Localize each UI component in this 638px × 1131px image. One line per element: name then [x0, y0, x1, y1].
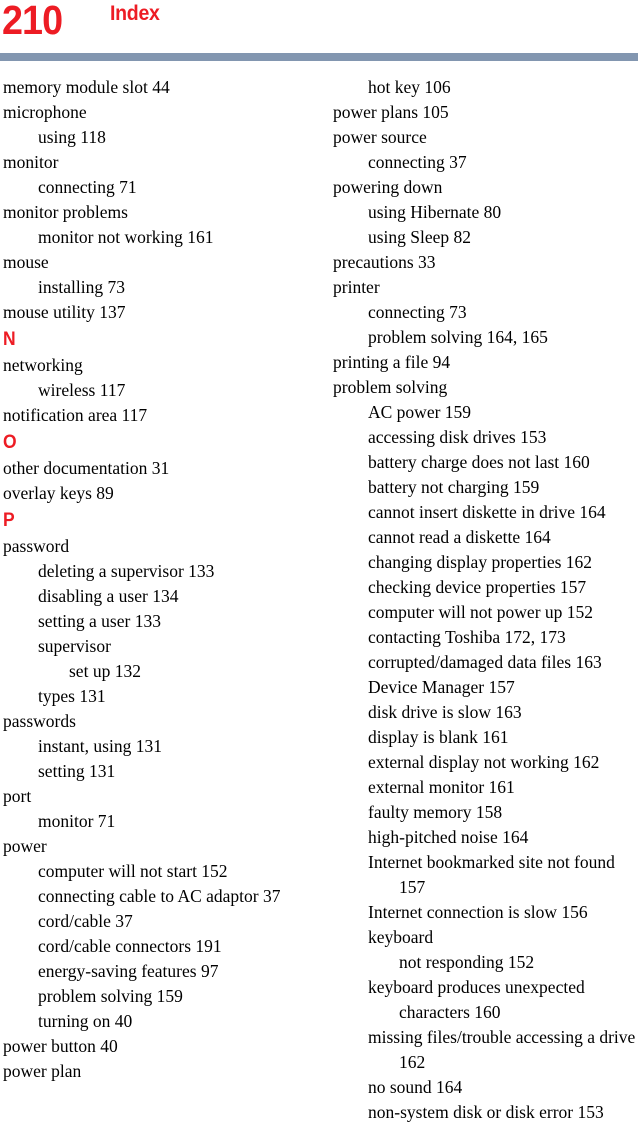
index-entry[interactable]: accessing disk drives 153 [368, 425, 638, 450]
index-entry[interactable]: changing display properties 162 [368, 550, 638, 575]
index-entry[interactable]: non-system disk or disk error 153 [368, 1100, 638, 1125]
index-entry[interactable]: keyboard produces unexpected characters … [368, 975, 638, 1025]
index-entry[interactable]: setting 131 [38, 759, 308, 784]
index-entry[interactable]: overlay keys 89 [3, 481, 308, 506]
index-entry[interactable]: cannot read a diskette 164 [368, 525, 638, 550]
index-entry[interactable]: microphone [3, 100, 308, 125]
index-entry[interactable]: disk drive is slow 163 [368, 700, 638, 725]
index-entry[interactable]: monitor [3, 150, 308, 175]
index-entry[interactable]: Device Manager 157 [368, 675, 638, 700]
index-entry[interactable]: AC power 159 [368, 400, 638, 425]
index-entry[interactable]: high-pitched noise 164 [368, 825, 638, 850]
index-entry[interactable]: wireless 117 [38, 378, 308, 403]
index-entry[interactable]: precautions 33 [333, 250, 638, 275]
index-entry[interactable]: monitor 71 [38, 809, 308, 834]
index-entry[interactable]: using 118 [38, 125, 308, 150]
index-entry[interactable]: connecting 37 [368, 150, 638, 175]
index-entry[interactable]: faulty memory 158 [368, 800, 638, 825]
index-entry[interactable]: battery charge does not last 160 [368, 450, 638, 475]
index-entry[interactable]: setting a user 133 [38, 609, 308, 634]
index-entry[interactable]: printer [333, 275, 638, 300]
index-entry[interactable]: energy-saving features 97 [38, 959, 308, 984]
index-entry[interactable]: problem solving 164, 165 [368, 325, 638, 350]
index-entry[interactable]: power plan [3, 1059, 308, 1084]
index-columns: memory module slot 44 microphone using 118… [0, 75, 638, 1131]
index-entry[interactable]: powering down [333, 175, 638, 200]
index-entry[interactable]: connecting cable to AC adaptor 37 [38, 884, 308, 909]
index-entry[interactable]: corrupted/damaged data files 163 [368, 650, 638, 675]
index-entry[interactable]: installing 73 [38, 275, 308, 300]
index-entry[interactable]: passwords [3, 709, 308, 734]
index-entry[interactable]: using Sleep 82 [368, 225, 638, 250]
index-entry[interactable]: notification area 117 [3, 403, 308, 428]
index-entry[interactable]: problem solving [333, 375, 638, 400]
index-entry[interactable]: power plans 105 [333, 100, 638, 125]
index-entry[interactable]: checking device properties 157 [368, 575, 638, 600]
index-entry-text: Internet bookmarked site not found 157 [368, 852, 620, 897]
index-entry-text: connecting cable to AC adaptor 37 [38, 886, 281, 906]
index-entry[interactable]: mouse utility 137 [3, 300, 308, 325]
index-entry[interactable]: no sound 164 [368, 1075, 638, 1100]
page-title: Index [110, 2, 160, 25]
index-entry[interactable]: keyboard [368, 925, 638, 950]
index-entry[interactable]: display is blank 161 [368, 725, 638, 750]
page-header: 210 Index [0, 0, 638, 52]
index-entry[interactable]: Internet bookmarked site not found 157 [368, 850, 638, 900]
index-entry[interactable]: types 131 [38, 684, 308, 709]
index-entry[interactable]: using Hibernate 80 [368, 200, 638, 225]
index-entry[interactable]: hot key 106 [368, 75, 638, 100]
index-entry[interactable]: monitor not working 161 [38, 225, 308, 250]
index-entry[interactable]: networking [3, 353, 308, 378]
index-column-left: memory module slot 44 microphone using 118… [3, 75, 308, 1084]
index-entry[interactable]: disabling a user 134 [38, 584, 308, 609]
index-entry[interactable]: other documentation 31 [3, 456, 308, 481]
index-column-right: hot key 106 power plans 105 power source co… [333, 75, 638, 1125]
index-entry[interactable]: deleting a supervisor 133 [38, 559, 308, 584]
index-entry[interactable]: instant, using 131 [38, 734, 308, 759]
index-entry[interactable]: problem solving 159 [38, 984, 308, 1009]
index-entry[interactable]: mouse [3, 250, 308, 275]
index-entry[interactable]: supervisor [38, 634, 308, 659]
index-entry[interactable]: Internet connection is slow 156 [368, 900, 638, 925]
index-entry[interactable]: connecting 71 [38, 175, 308, 200]
section-letter: O [3, 432, 17, 453]
index-entry[interactable]: port [3, 784, 308, 809]
index-entry[interactable]: missing files/trouble accessing a drive … [368, 1025, 638, 1075]
section-letter: N [3, 329, 16, 350]
index-entry[interactable]: external monitor 161 [368, 775, 638, 800]
index-entry[interactable]: battery not charging 159 [368, 475, 638, 500]
index-entry[interactable]: set up 132 [69, 659, 308, 684]
index-entry[interactable]: memory module slot 44 [3, 75, 308, 100]
index-entry[interactable]: cord/cable connectors 191 [38, 934, 308, 959]
index-entry[interactable]: power [3, 834, 308, 859]
index-entry[interactable]: contacting Toshiba 172, 173 [368, 625, 638, 650]
section-letter: P [3, 510, 15, 531]
index-entry[interactable]: computer will not power up 152 [368, 600, 638, 625]
index-entry[interactable]: cord/cable 37 [38, 909, 308, 934]
index-entry[interactable]: monitor problems [3, 200, 308, 225]
page-number: 210 [2, 0, 63, 43]
index-entry-text: keyboard produces unexpected characters … [368, 977, 590, 1022]
index-entry[interactable]: password [3, 534, 308, 559]
index-entry[interactable]: power button 40 [3, 1034, 308, 1059]
index-entry[interactable]: printing a file 94 [333, 350, 638, 375]
index-entry-text: missing files/trouble accessing a drive … [368, 1027, 636, 1072]
index-entry[interactable]: turning on 40 [38, 1009, 308, 1034]
index-entry[interactable]: connecting 73 [368, 300, 638, 325]
index-entry[interactable]: power source [333, 125, 638, 150]
header-divider-rule [0, 53, 638, 61]
index-entry[interactable]: cannot insert diskette in drive 164 [368, 500, 638, 525]
index-entry[interactable]: external display not working 162 [368, 750, 638, 775]
index-entry[interactable]: not responding 152 [399, 950, 638, 975]
index-entry[interactable]: computer will not start 152 [38, 859, 308, 884]
